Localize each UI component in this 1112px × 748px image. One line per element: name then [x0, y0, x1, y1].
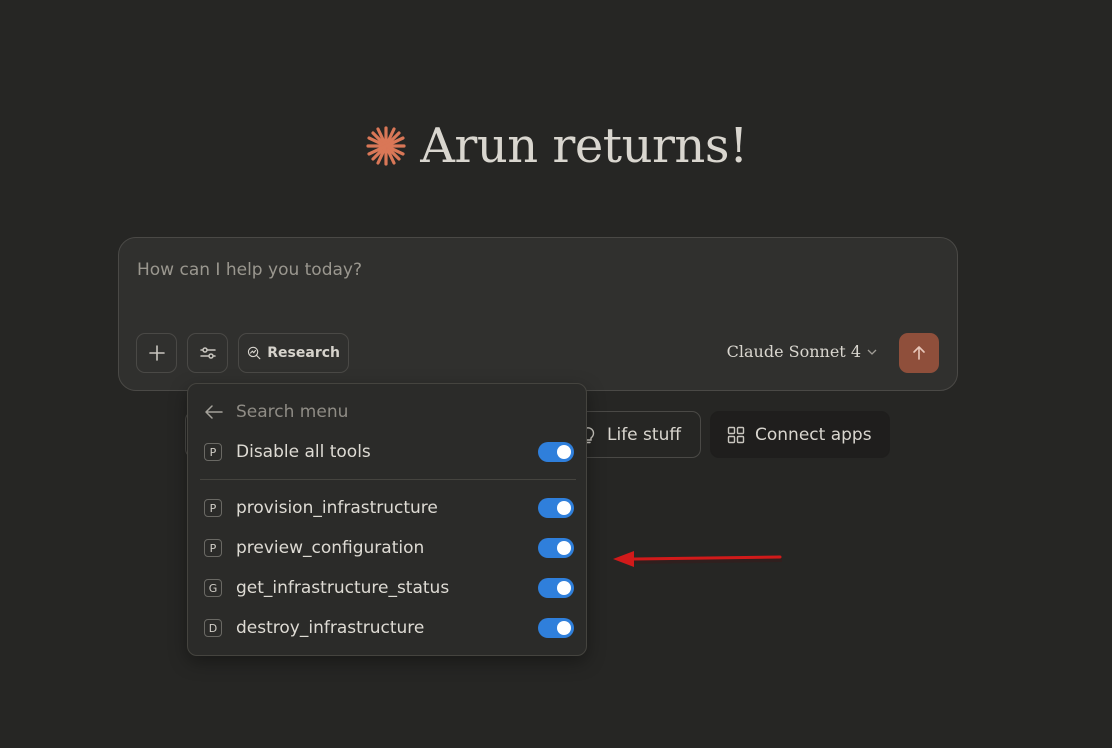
connect-apps-chip[interactable]: Connect apps [710, 411, 890, 458]
sliders-icon [199, 347, 216, 359]
composer: Research Claude Sonnet 4 [118, 237, 958, 391]
model-label: Claude Sonnet 4 [726, 342, 861, 361]
send-button[interactable] [899, 333, 939, 373]
server-badge: G [204, 579, 222, 597]
greeting-title: Arun returns! [420, 118, 748, 174]
menu-search-input[interactable] [236, 402, 536, 422]
grid-icon [727, 426, 745, 443]
tools-menu: P Disable all tools P provision_infrastr… [187, 383, 587, 656]
server-badge: P [204, 499, 222, 517]
menu-item-get-infrastructure-status[interactable]: G get_infrastructure_status [204, 575, 574, 601]
menu-item-disable-all-tools[interactable]: P Disable all tools [204, 439, 574, 465]
server-badge: P [204, 539, 222, 557]
plus-icon [148, 345, 165, 361]
disable-all-toggle[interactable] [538, 442, 574, 462]
greeting: Arun returns! [0, 118, 1112, 174]
connect-apps-label: Connect apps [755, 424, 872, 445]
tool-label: destroy_infrastructure [236, 618, 425, 638]
server-badge: D [204, 619, 222, 637]
menu-search-row [204, 402, 536, 422]
menu-item-provision-infrastructure[interactable]: P provision_infrastructure [204, 495, 574, 521]
research-icon [247, 346, 261, 360]
tool-label: get_infrastructure_status [236, 578, 450, 598]
chevron-down-icon [867, 349, 877, 355]
life-stuff-label: Life stuff [607, 424, 682, 445]
menu-divider [200, 479, 576, 480]
prompt-input[interactable] [137, 260, 917, 280]
menu-item-preview-configuration[interactable]: P preview_configuration [204, 535, 574, 561]
research-button[interactable]: Research [238, 333, 349, 373]
add-button[interactable] [136, 333, 177, 373]
tool-toggle[interactable] [538, 618, 574, 638]
chat-home: Arun returns! How can I help you today? … [0, 0, 1112, 748]
red-arrow-icon [613, 551, 783, 567]
model-selector[interactable]: Claude Sonnet 4 [727, 342, 877, 361]
tool-toggle[interactable] [538, 498, 574, 518]
tool-label: provision_infrastructure [236, 498, 438, 518]
arrow-up-icon [913, 346, 925, 360]
tools-settings-button[interactable] [187, 333, 228, 373]
tool-toggle[interactable] [538, 578, 574, 598]
arrow-left-icon[interactable] [204, 404, 224, 420]
tool-toggle[interactable] [538, 538, 574, 558]
spark-logo-icon [366, 126, 406, 166]
menu-item-label: Disable all tools [236, 442, 371, 462]
menu-item-destroy-infrastructure[interactable]: D destroy_infrastructure [204, 615, 574, 641]
research-label: Research [267, 345, 340, 361]
server-badge: P [204, 443, 222, 461]
tool-label: preview_configuration [236, 538, 425, 558]
